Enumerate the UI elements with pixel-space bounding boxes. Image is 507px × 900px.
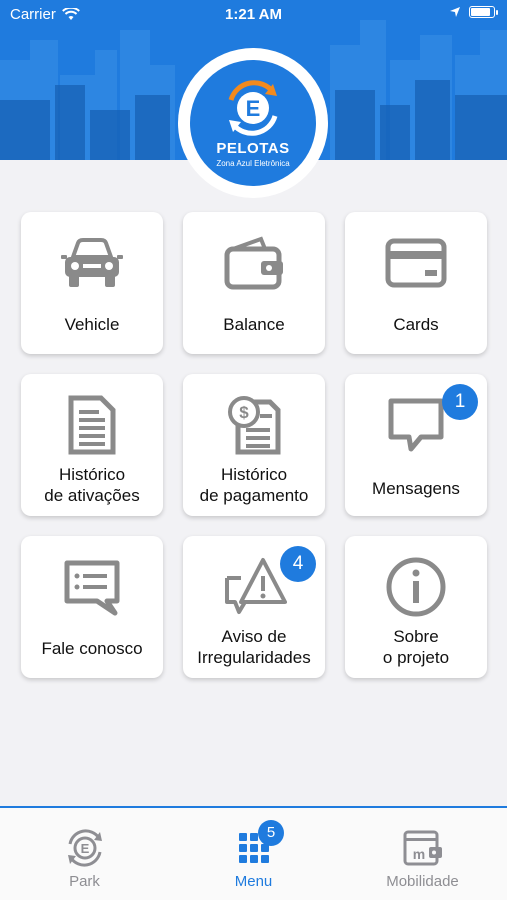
warning-icon: [225, 558, 287, 614]
status-time: 1:21 AM: [225, 6, 282, 23]
irregularities-label: Aviso de Irregularidades: [197, 627, 311, 667]
app-logo: E PELOTAS Zona Azul Eletrônica: [178, 48, 328, 198]
svg-text:$: $: [239, 403, 249, 422]
battery-icon: [469, 6, 498, 18]
messages-tile[interactable]: Mensagens 1: [345, 374, 487, 516]
car-icon: [61, 238, 123, 287]
balance-tile[interactable]: Balance: [183, 212, 325, 354]
activation-history-label: Histórico de ativações: [44, 465, 140, 505]
about-label: Sobre o projeto: [382, 627, 450, 667]
tab-park[interactable]: E Park: [0, 808, 169, 900]
messages-label: Mensagens: [372, 479, 460, 498]
mobility-card-icon: m: [403, 830, 442, 866]
activation-history-tile[interactable]: Histórico de ativações: [21, 374, 163, 516]
balance-label: Balance: [223, 315, 285, 334]
contact-tile[interactable]: Fale conosco: [21, 536, 163, 678]
payment-history-label: Histórico de pagamento: [199, 465, 309, 505]
location-arrow-icon: [450, 7, 460, 17]
messages-badge: 1: [442, 384, 478, 420]
svg-text:E: E: [80, 841, 89, 856]
status-bar: Carrier 1:21 AM: [0, 0, 507, 30]
battery-fill: [471, 8, 490, 16]
logo-subtitle: Zona Azul Eletrônica: [216, 159, 290, 168]
tab-menu-label: Menu: [234, 873, 273, 890]
park-logo-icon: E: [67, 829, 102, 867]
vehicle-tile[interactable]: Vehicle: [21, 212, 163, 354]
chat-bubble-icon: [388, 398, 444, 452]
contact-label: Fale conosco: [41, 639, 143, 658]
message-lines-icon: [64, 560, 120, 616]
cards-tile[interactable]: Cards: [345, 212, 487, 354]
svg-text:E: E: [246, 96, 261, 121]
vehicle-label: Vehicle: [64, 315, 120, 334]
tab-mobility[interactable]: m Mobilidade: [338, 808, 507, 900]
svg-text:m: m: [412, 846, 424, 862]
about-tile[interactable]: Sobre o projeto: [345, 536, 487, 678]
zona-azul-e-logo-icon: E: [228, 80, 278, 136]
wallet-icon: [224, 236, 283, 290]
irregularities-badge: 4: [280, 546, 316, 582]
menu-tab-badge: 5: [258, 820, 284, 846]
document-icon: [68, 395, 116, 455]
info-icon: [386, 557, 446, 617]
tab-mobility-label: Mobilidade: [386, 873, 459, 890]
logo-city: PELOTAS: [216, 140, 290, 157]
payment-document-icon: $: [228, 396, 281, 455]
tab-bar: E Park 5 Menu m Mobilidade: [0, 806, 507, 900]
tab-menu[interactable]: 5 Menu: [169, 808, 338, 900]
tab-park-label: Park: [69, 873, 100, 890]
cards-label: Cards: [393, 315, 439, 334]
payment-history-tile[interactable]: $ Histórico de pagamento: [183, 374, 325, 516]
credit-card-icon: [385, 238, 447, 288]
irregularities-tile[interactable]: Aviso de Irregularidades 4: [183, 536, 325, 678]
